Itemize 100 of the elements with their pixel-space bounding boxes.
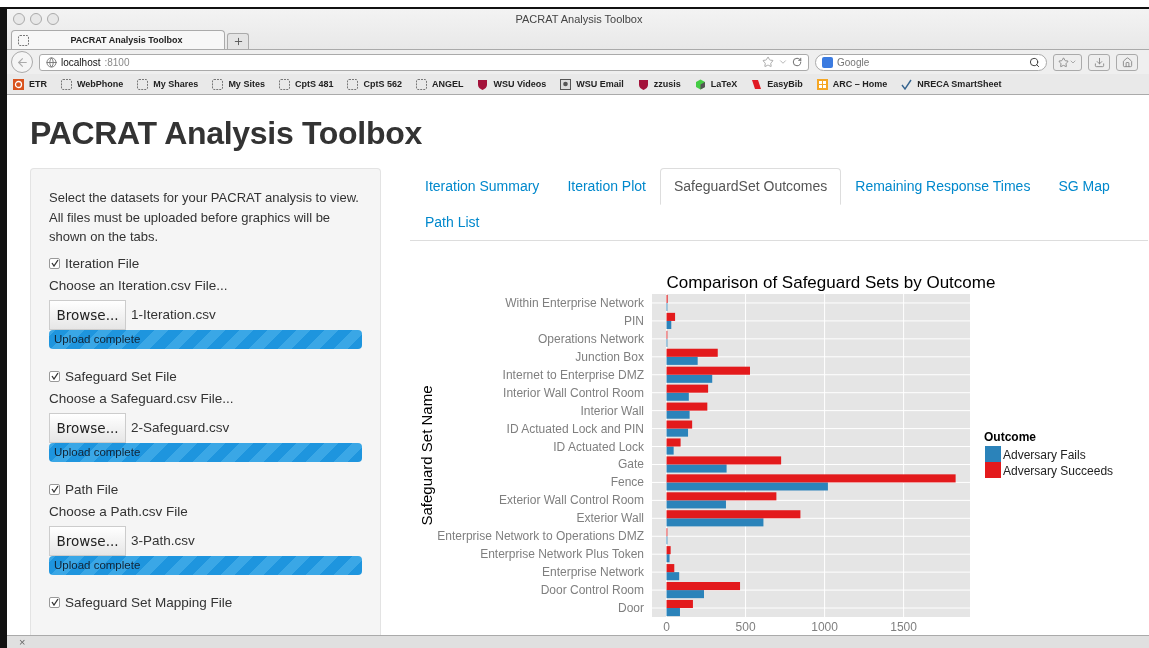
progress-label: Upload complete — [53, 333, 141, 345]
checkbox-label: Path File — [65, 481, 119, 497]
search-field[interactable]: Google — [837, 56, 1025, 68]
reload-icon[interactable] — [792, 57, 802, 67]
file-prompt: Choose an Iteration.csv File... — [49, 277, 229, 293]
page-icon — [18, 34, 29, 46]
intro-text: Select the datasets for your PACRAT analysis to view. All files must be uploaded before graphics will be shown on the tabs. — [49, 189, 360, 246]
bookmark[interactable]: zzusis — [637, 78, 681, 90]
page-icon — [347, 78, 359, 90]
tab[interactable]: Path List — [411, 204, 494, 241]
download-button[interactable] — [1088, 53, 1110, 71]
checkbox[interactable] — [49, 370, 60, 382]
close-light[interactable] — [13, 13, 25, 25]
shield-icon — [477, 78, 489, 90]
file-prompt: Choose a Safeguard.csv File... — [49, 390, 235, 406]
axis-label: 500 — [735, 620, 756, 634]
bookmarks-button[interactable] — [1053, 53, 1082, 71]
axis-label: ID Actuated Lock and PIN — [506, 421, 644, 436]
axis-label: Fence — [610, 475, 644, 490]
axis-label: Gate — [618, 457, 644, 472]
axis-label: PIN — [624, 313, 644, 328]
axis-label: Door — [618, 601, 644, 616]
axis-label: Enterprise Network to Operations DMZ — [437, 529, 644, 544]
file-prompt: Choose a Path.csv File — [49, 503, 189, 519]
page-icon — [61, 78, 72, 90]
tab[interactable]: Iteration Summary — [411, 168, 554, 205]
axis-label: Interior Wall — [580, 403, 644, 418]
bookmark[interactable]: EasyBib — [751, 78, 803, 90]
axis-label: Junction Box — [575, 349, 644, 364]
browse-button[interactable]: Browse... — [49, 412, 126, 443]
bookmark[interactable]: CptS 562 — [347, 78, 402, 90]
bookmark[interactable]: CptS 481 — [278, 78, 334, 90]
legend-label: Adversary Succeeds — [1003, 464, 1114, 478]
address-bar[interactable]: localhost :8100 — [39, 53, 809, 71]
axis-label: Internet to Enterprise DMZ — [502, 367, 644, 382]
axis-label: Enterprise Network Plus Token — [480, 547, 644, 562]
axis-label: Interior Wall Control Room — [503, 385, 644, 400]
progress-label: Upload complete — [53, 446, 141, 458]
bookmark[interactable]: NRECA SmartSheet — [901, 78, 1002, 90]
browse-button[interactable]: Browse... — [49, 299, 126, 330]
globe-icon — [46, 56, 57, 68]
bookmark[interactable]: WSU Videos — [477, 78, 547, 90]
axis-label: Exterior Wall Control Room — [499, 493, 644, 508]
photo-icon — [560, 78, 572, 90]
bookmark[interactable]: My Sites — [212, 78, 265, 90]
tab[interactable]: Remaining Response Times — [841, 168, 1045, 205]
axis-label: Enterprise Network — [541, 565, 644, 580]
chart-title: Comparison of Safeguard Sets by Outcome — [666, 273, 996, 292]
bookmark[interactable]: ANGEL — [415, 78, 464, 90]
minimize-light[interactable] — [30, 13, 42, 25]
bookmark[interactable]: ETR — [13, 78, 47, 90]
axis-label: Door Control Room — [540, 583, 644, 598]
zoom-light[interactable] — [47, 13, 59, 25]
dropdown-icon[interactable] — [778, 57, 788, 67]
page-icon — [137, 78, 149, 90]
star-icon[interactable] — [762, 56, 774, 68]
axis-label: Exterior Wall — [576, 511, 644, 526]
page-icon — [212, 78, 224, 90]
legend-label: Adversary Fails — [1003, 448, 1086, 462]
axis-label: Within Enterprise Network — [505, 295, 644, 310]
download-icon — [1093, 56, 1105, 68]
bookmark[interactable]: WSU Email — [560, 78, 624, 90]
bar — [666, 420, 693, 429]
book-icon — [751, 78, 763, 90]
axis-label: 1000 — [811, 620, 838, 634]
bookmark[interactable]: WebPhone — [61, 78, 124, 90]
axis-label: Operations Network — [537, 331, 644, 346]
checkbox[interactable] — [49, 257, 60, 269]
bookmark[interactable]: LaTeX — [694, 78, 738, 90]
checkbox-label: Iteration File — [65, 255, 140, 271]
file-name: 3-Path.csv — [131, 533, 195, 548]
checkbox[interactable] — [49, 596, 60, 608]
tab[interactable]: Iteration Plot — [553, 168, 660, 205]
checkbox[interactable] — [49, 483, 60, 495]
tab[interactable]: SG Map — [1044, 168, 1124, 205]
legend-title: Outcome — [984, 430, 1036, 444]
search-bar[interactable]: Google — [815, 53, 1047, 71]
browser-tab[interactable]: PACRAT Analysis Toolbox — [11, 30, 225, 49]
file-name: 1-Iteration.csv — [131, 307, 216, 322]
axis-label: ID Actuated Lock — [553, 439, 644, 454]
browse-button[interactable]: Browse... — [49, 525, 126, 556]
axis-label: 0 — [663, 620, 670, 634]
bookmark[interactable]: ARC – Home — [816, 78, 888, 90]
page-icon — [415, 78, 427, 90]
check-icon — [901, 78, 913, 90]
back-button[interactable] — [11, 51, 33, 73]
close-button[interactable]: × — [19, 637, 26, 647]
window-title: PACRAT Analysis Toolbox — [514, 13, 644, 25]
axis-label: 1500 — [890, 620, 917, 634]
cube-icon — [694, 78, 706, 90]
bookmark[interactable]: My Shares — [137, 78, 199, 90]
grid-icon — [816, 78, 828, 90]
checkbox-label: Safeguard Set Mapping File — [65, 594, 233, 610]
plus-icon — [232, 36, 244, 47]
tab[interactable]: SafeguardSet Outcomes — [660, 168, 842, 205]
file-name: 2-Safeguard.csv — [131, 420, 230, 435]
home-button[interactable] — [1116, 53, 1138, 71]
back-arrow-icon — [15, 55, 29, 69]
search-engine-icon — [822, 56, 833, 68]
new-tab-button[interactable] — [227, 33, 249, 49]
